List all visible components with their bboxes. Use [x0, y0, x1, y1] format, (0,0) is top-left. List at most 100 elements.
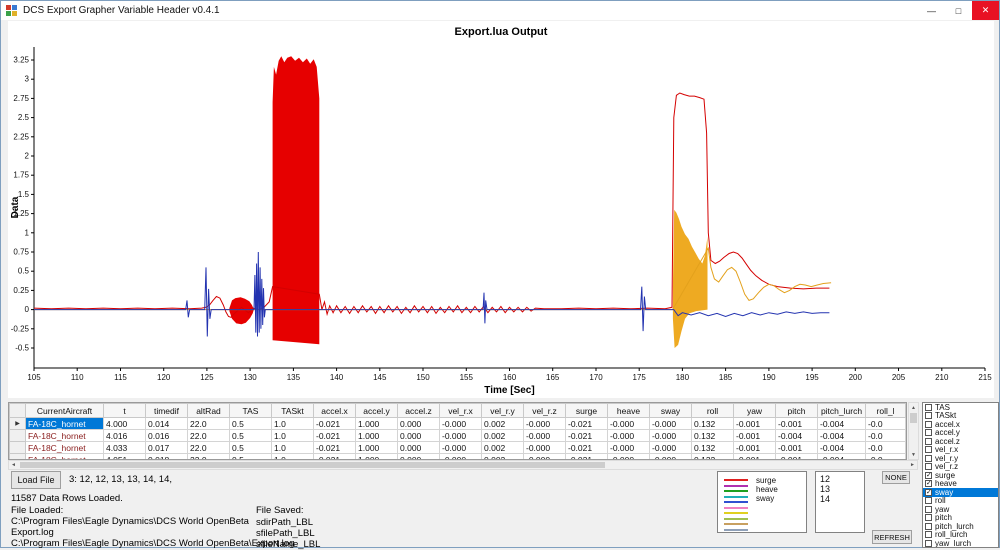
cell[interactable]: 1.000 — [355, 429, 398, 442]
column-header-t[interactable]: t — [103, 403, 146, 418]
column-header-accel.x[interactable]: accel.x — [313, 403, 356, 418]
checkbox[interactable] — [925, 514, 932, 522]
variable-item-TASkt[interactable]: TASkt — [923, 411, 998, 420]
horizontal-scrollbar-thumb[interactable] — [20, 462, 605, 468]
checkbox[interactable] — [925, 446, 932, 454]
cell[interactable]: -0.004 — [775, 429, 818, 442]
variable-item-pitch[interactable]: pitch — [923, 513, 998, 522]
none-button[interactable]: NONE — [882, 471, 910, 484]
column-header-vel_r.x[interactable]: vel_r.x — [439, 403, 482, 418]
cell[interactable]: -0.001 — [775, 441, 818, 454]
cell[interactable]: 0.002 — [481, 417, 524, 430]
cell[interactable]: -0.000 — [607, 417, 650, 430]
cell[interactable]: -0.021 — [313, 429, 356, 442]
cell[interactable]: 1.000 — [355, 441, 398, 454]
cell[interactable]: -0.004 — [817, 417, 866, 430]
cell[interactable]: 0.132 — [691, 417, 734, 430]
cell[interactable]: 0.132 — [691, 441, 734, 454]
variable-item-accel.z[interactable]: accel.z — [923, 437, 998, 446]
cell[interactable]: -0.000 — [439, 417, 482, 430]
cell[interactable]: 0.016 — [145, 429, 188, 442]
cell[interactable]: -0.021 — [313, 417, 356, 430]
cell[interactable]: 0.014 — [145, 417, 188, 430]
scroll-up-icon[interactable]: ▲ — [909, 403, 918, 412]
scroll-down-icon[interactable]: ▼ — [909, 450, 918, 459]
number-list-item[interactable]: 13 — [820, 484, 860, 494]
cell[interactable]: 22.0 — [187, 417, 230, 430]
maximize-button[interactable]: □ — [945, 1, 972, 20]
row-selector[interactable]: ▶ — [9, 417, 26, 430]
variable-item-roll_lurch[interactable]: roll_lurch — [923, 530, 998, 539]
column-header-timedif[interactable]: timedif — [145, 403, 188, 418]
cell[interactable]: 0.5 — [229, 429, 272, 442]
cell[interactable]: -0.000 — [649, 417, 692, 430]
row-selector[interactable] — [9, 441, 26, 454]
column-header-accel.z[interactable]: accel.z — [397, 403, 440, 418]
cell[interactable]: FA-18C_hornet — [25, 417, 104, 430]
cell[interactable]: -0.001 — [733, 441, 776, 454]
table-vertical-scrollbar[interactable]: ▲ ▼ — [908, 402, 919, 460]
cell[interactable]: 22.0 — [187, 429, 230, 442]
column-header-vel_r.y[interactable]: vel_r.y — [481, 403, 524, 418]
variable-item-vel_r.y[interactable]: vel_r.y — [923, 454, 998, 463]
column-header-accel.y[interactable]: accel.y — [355, 403, 398, 418]
cell[interactable]: -0.000 — [649, 429, 692, 442]
cell[interactable]: -0.001 — [775, 417, 818, 430]
variable-item-heave[interactable]: ✓ heave — [923, 479, 998, 488]
cell[interactable]: 0.000 — [397, 417, 440, 430]
column-header-surge[interactable]: surge — [565, 403, 608, 418]
series-legend[interactable]: surge heave sway — [717, 471, 807, 533]
scroll-right-icon[interactable]: ► — [908, 461, 917, 469]
load-file-button[interactable]: Load File — [11, 471, 61, 489]
column-header-yaw[interactable]: yaw — [733, 403, 776, 418]
checkbox[interactable] — [925, 429, 932, 437]
variable-checkbox-list[interactable]: TAS TASkt accel.x accel.y accel.z vel_r.x vel_… — [922, 402, 999, 548]
row-selector[interactable] — [9, 429, 26, 442]
variable-item-yaw[interactable]: yaw — [923, 505, 998, 514]
column-header-roll[interactable]: roll — [691, 403, 734, 418]
cell[interactable]: -0.000 — [649, 441, 692, 454]
cell[interactable]: 0.000 — [397, 429, 440, 442]
checkbox[interactable] — [925, 522, 932, 530]
number-list-item[interactable]: 14 — [820, 494, 860, 504]
cell[interactable]: -0.021 — [565, 429, 608, 442]
cell[interactable]: FA-18C_hornet — [25, 441, 104, 454]
number-list-item[interactable]: 12 — [820, 474, 860, 484]
checkbox[interactable] — [925, 437, 932, 445]
checkbox[interactable] — [925, 403, 932, 411]
checkbox[interactable] — [925, 420, 932, 428]
cell[interactable]: -0.021 — [313, 441, 356, 454]
column-index-list[interactable]: 12 13 14 — [815, 471, 865, 533]
cell[interactable]: -0.021 — [565, 441, 608, 454]
cell[interactable]: FA-18C_hornet — [25, 429, 104, 442]
cell[interactable]: -0.000 — [439, 429, 482, 442]
row-header-corner[interactable] — [9, 403, 26, 418]
column-header-roll_l[interactable]: roll_l — [865, 403, 906, 418]
cell[interactable]: 22.0 — [187, 441, 230, 454]
checkbox[interactable] — [925, 454, 932, 462]
column-header-vel_r.z[interactable]: vel_r.z — [523, 403, 566, 418]
cell[interactable]: -0.021 — [565, 417, 608, 430]
cell[interactable]: -0.001 — [733, 429, 776, 442]
cell[interactable]: 4.033 — [103, 441, 146, 454]
variable-item-TAS[interactable]: TAS — [923, 403, 998, 412]
refresh-button[interactable]: REFRESH — [872, 530, 912, 544]
variable-item-surge[interactable]: ✓ surge — [923, 471, 998, 480]
cell[interactable]: -0.001 — [733, 417, 776, 430]
cell[interactable]: -0.0 — [865, 429, 906, 442]
checkbox[interactable] — [925, 497, 932, 505]
cell[interactable]: 0.5 — [229, 441, 272, 454]
variable-item-accel.y[interactable]: accel.y — [923, 428, 998, 437]
cell[interactable]: 1.000 — [355, 417, 398, 430]
column-header-TASkt[interactable]: TASkt — [271, 403, 314, 418]
column-header-pitch[interactable]: pitch — [775, 403, 818, 418]
column-header-TAS[interactable]: TAS — [229, 403, 272, 418]
checkbox[interactable] — [925, 539, 932, 547]
variable-item-yaw_lurch[interactable]: yaw_lurch — [923, 539, 998, 547]
table-horizontal-scrollbar[interactable]: ◄ ► — [8, 460, 918, 470]
cell[interactable]: 4.016 — [103, 429, 146, 442]
checkbox[interactable] — [925, 412, 932, 420]
cell[interactable]: 0.002 — [481, 441, 524, 454]
vertical-scrollbar-thumb[interactable] — [910, 413, 917, 423]
checkbox[interactable]: ✓ — [925, 488, 932, 496]
